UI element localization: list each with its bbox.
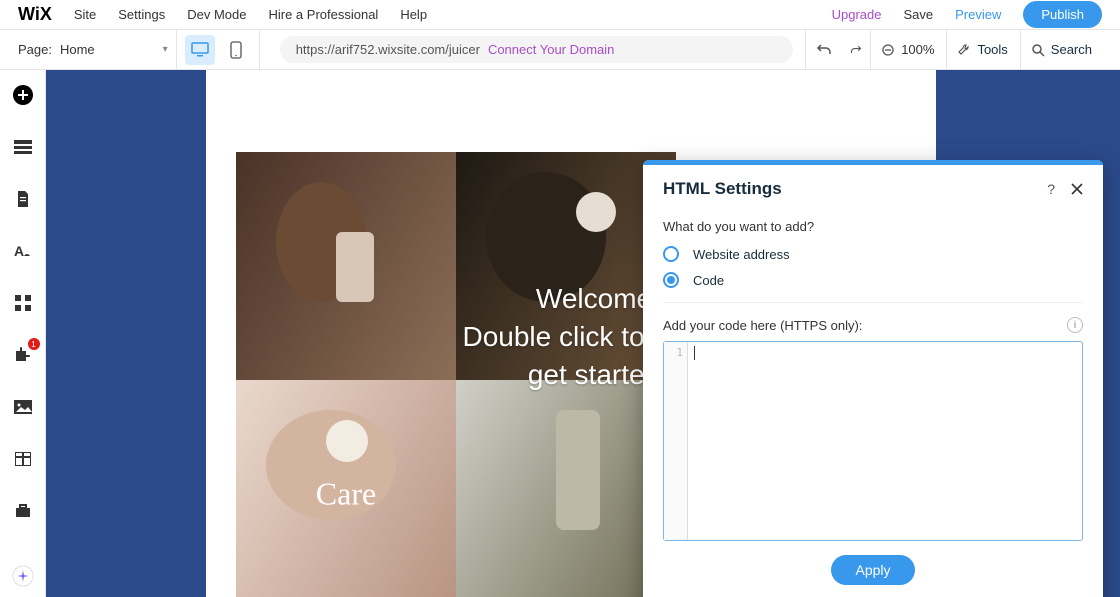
svg-text:A: A xyxy=(14,243,24,259)
image-cell-1 xyxy=(236,152,456,380)
upgrade-link[interactable]: Upgrade xyxy=(832,7,882,22)
mobile-view-button[interactable] xyxy=(221,35,251,65)
page-name: Home xyxy=(60,42,95,57)
url-bar[interactable]: https://arif752.wixsite.com/juicer Conne… xyxy=(280,36,793,63)
preview-button[interactable]: Preview xyxy=(955,7,1001,22)
wix-logo[interactable]: WiX xyxy=(18,4,52,25)
sections-button[interactable] xyxy=(12,136,34,158)
radio-website-label: Website address xyxy=(693,247,790,262)
sparkle-icon xyxy=(12,564,34,588)
redo-icon xyxy=(850,42,862,58)
panel-title: HTML Settings xyxy=(663,179,782,199)
search-button[interactable]: Search xyxy=(1020,30,1102,70)
menu-devmode[interactable]: Dev Mode xyxy=(187,7,246,22)
puzzle-icon xyxy=(14,346,32,364)
card-text: Care xyxy=(316,476,376,513)
briefcase-icon xyxy=(15,504,31,518)
menu-help[interactable]: Help xyxy=(400,7,427,22)
desktop-view-button[interactable] xyxy=(185,35,215,65)
business-button[interactable] xyxy=(12,500,34,522)
table-icon xyxy=(15,452,31,466)
search-label: Search xyxy=(1051,42,1092,57)
left-rail: A 1 xyxy=(0,70,46,597)
panel-close-button[interactable] xyxy=(1071,183,1083,195)
pages-button[interactable] xyxy=(12,188,34,210)
addons-button[interactable]: 1 xyxy=(12,344,34,366)
panel-help-button[interactable]: ? xyxy=(1047,181,1055,197)
section-icon xyxy=(14,140,32,154)
add-button[interactable] xyxy=(12,84,34,106)
undo-icon xyxy=(816,42,832,58)
publish-button[interactable]: Publish xyxy=(1023,1,1102,28)
add-question-label: What do you want to add? xyxy=(663,219,1083,234)
data-button[interactable] xyxy=(12,448,34,470)
mobile-icon xyxy=(230,41,242,59)
tools-label: Tools xyxy=(977,42,1007,57)
html-settings-panel: HTML Settings ? What do you want to add?… xyxy=(643,160,1103,597)
tools-button[interactable]: Tools xyxy=(946,30,1017,70)
code-label: Add your code here (HTTPS only): xyxy=(663,318,862,333)
image-grid[interactable]: Care xyxy=(236,152,676,597)
notification-badge: 1 xyxy=(28,338,40,350)
redo-button[interactable] xyxy=(844,30,868,70)
page-label: Page: xyxy=(18,42,52,57)
menu-site[interactable]: Site xyxy=(74,7,96,22)
save-button[interactable]: Save xyxy=(903,7,933,22)
site-url: https://arif752.wixsite.com/juicer xyxy=(296,42,480,57)
zoom-value: 100% xyxy=(901,42,934,57)
page-selector[interactable]: Home ▾ xyxy=(60,42,168,57)
wrench-icon xyxy=(957,43,971,57)
connect-domain-link[interactable]: Connect Your Domain xyxy=(488,42,614,57)
media-button[interactable] xyxy=(12,396,34,418)
divider xyxy=(663,302,1083,303)
code-textarea[interactable] xyxy=(688,342,1082,540)
radio-selected-icon xyxy=(663,272,679,288)
page-icon xyxy=(16,190,30,208)
design-button[interactable]: A xyxy=(12,240,34,262)
search-icon xyxy=(1031,43,1045,57)
code-editor[interactable]: 1 xyxy=(663,341,1083,541)
image-icon xyxy=(14,400,32,414)
ai-button[interactable] xyxy=(12,565,34,587)
desktop-icon xyxy=(191,42,209,58)
line-gutter: 1 xyxy=(664,342,688,540)
divider xyxy=(259,30,260,70)
radio-website-address[interactable]: Website address xyxy=(663,246,1083,262)
grid-icon xyxy=(15,295,31,311)
design-icon: A xyxy=(14,242,32,260)
chevron-down-icon: ▾ xyxy=(163,44,168,55)
image-cell-3: Care xyxy=(236,380,456,597)
close-icon xyxy=(1071,183,1083,195)
divider xyxy=(176,30,177,70)
zoom-control[interactable]: 100% xyxy=(870,30,944,70)
apply-button[interactable]: Apply xyxy=(831,555,914,585)
menu-hire[interactable]: Hire a Professional xyxy=(268,7,378,22)
apps-button[interactable] xyxy=(12,292,34,314)
plus-circle-icon xyxy=(12,84,34,106)
radio-code-label: Code xyxy=(693,273,724,288)
radio-unselected-icon xyxy=(663,246,679,262)
editor-canvas[interactable]: Care Welcome Double click to select get … xyxy=(46,70,1120,597)
zoom-icon xyxy=(881,43,895,57)
menu-settings[interactable]: Settings xyxy=(118,7,165,22)
undo-button[interactable] xyxy=(805,30,842,70)
info-icon[interactable]: i xyxy=(1067,317,1083,333)
radio-code[interactable]: Code xyxy=(663,272,1083,288)
